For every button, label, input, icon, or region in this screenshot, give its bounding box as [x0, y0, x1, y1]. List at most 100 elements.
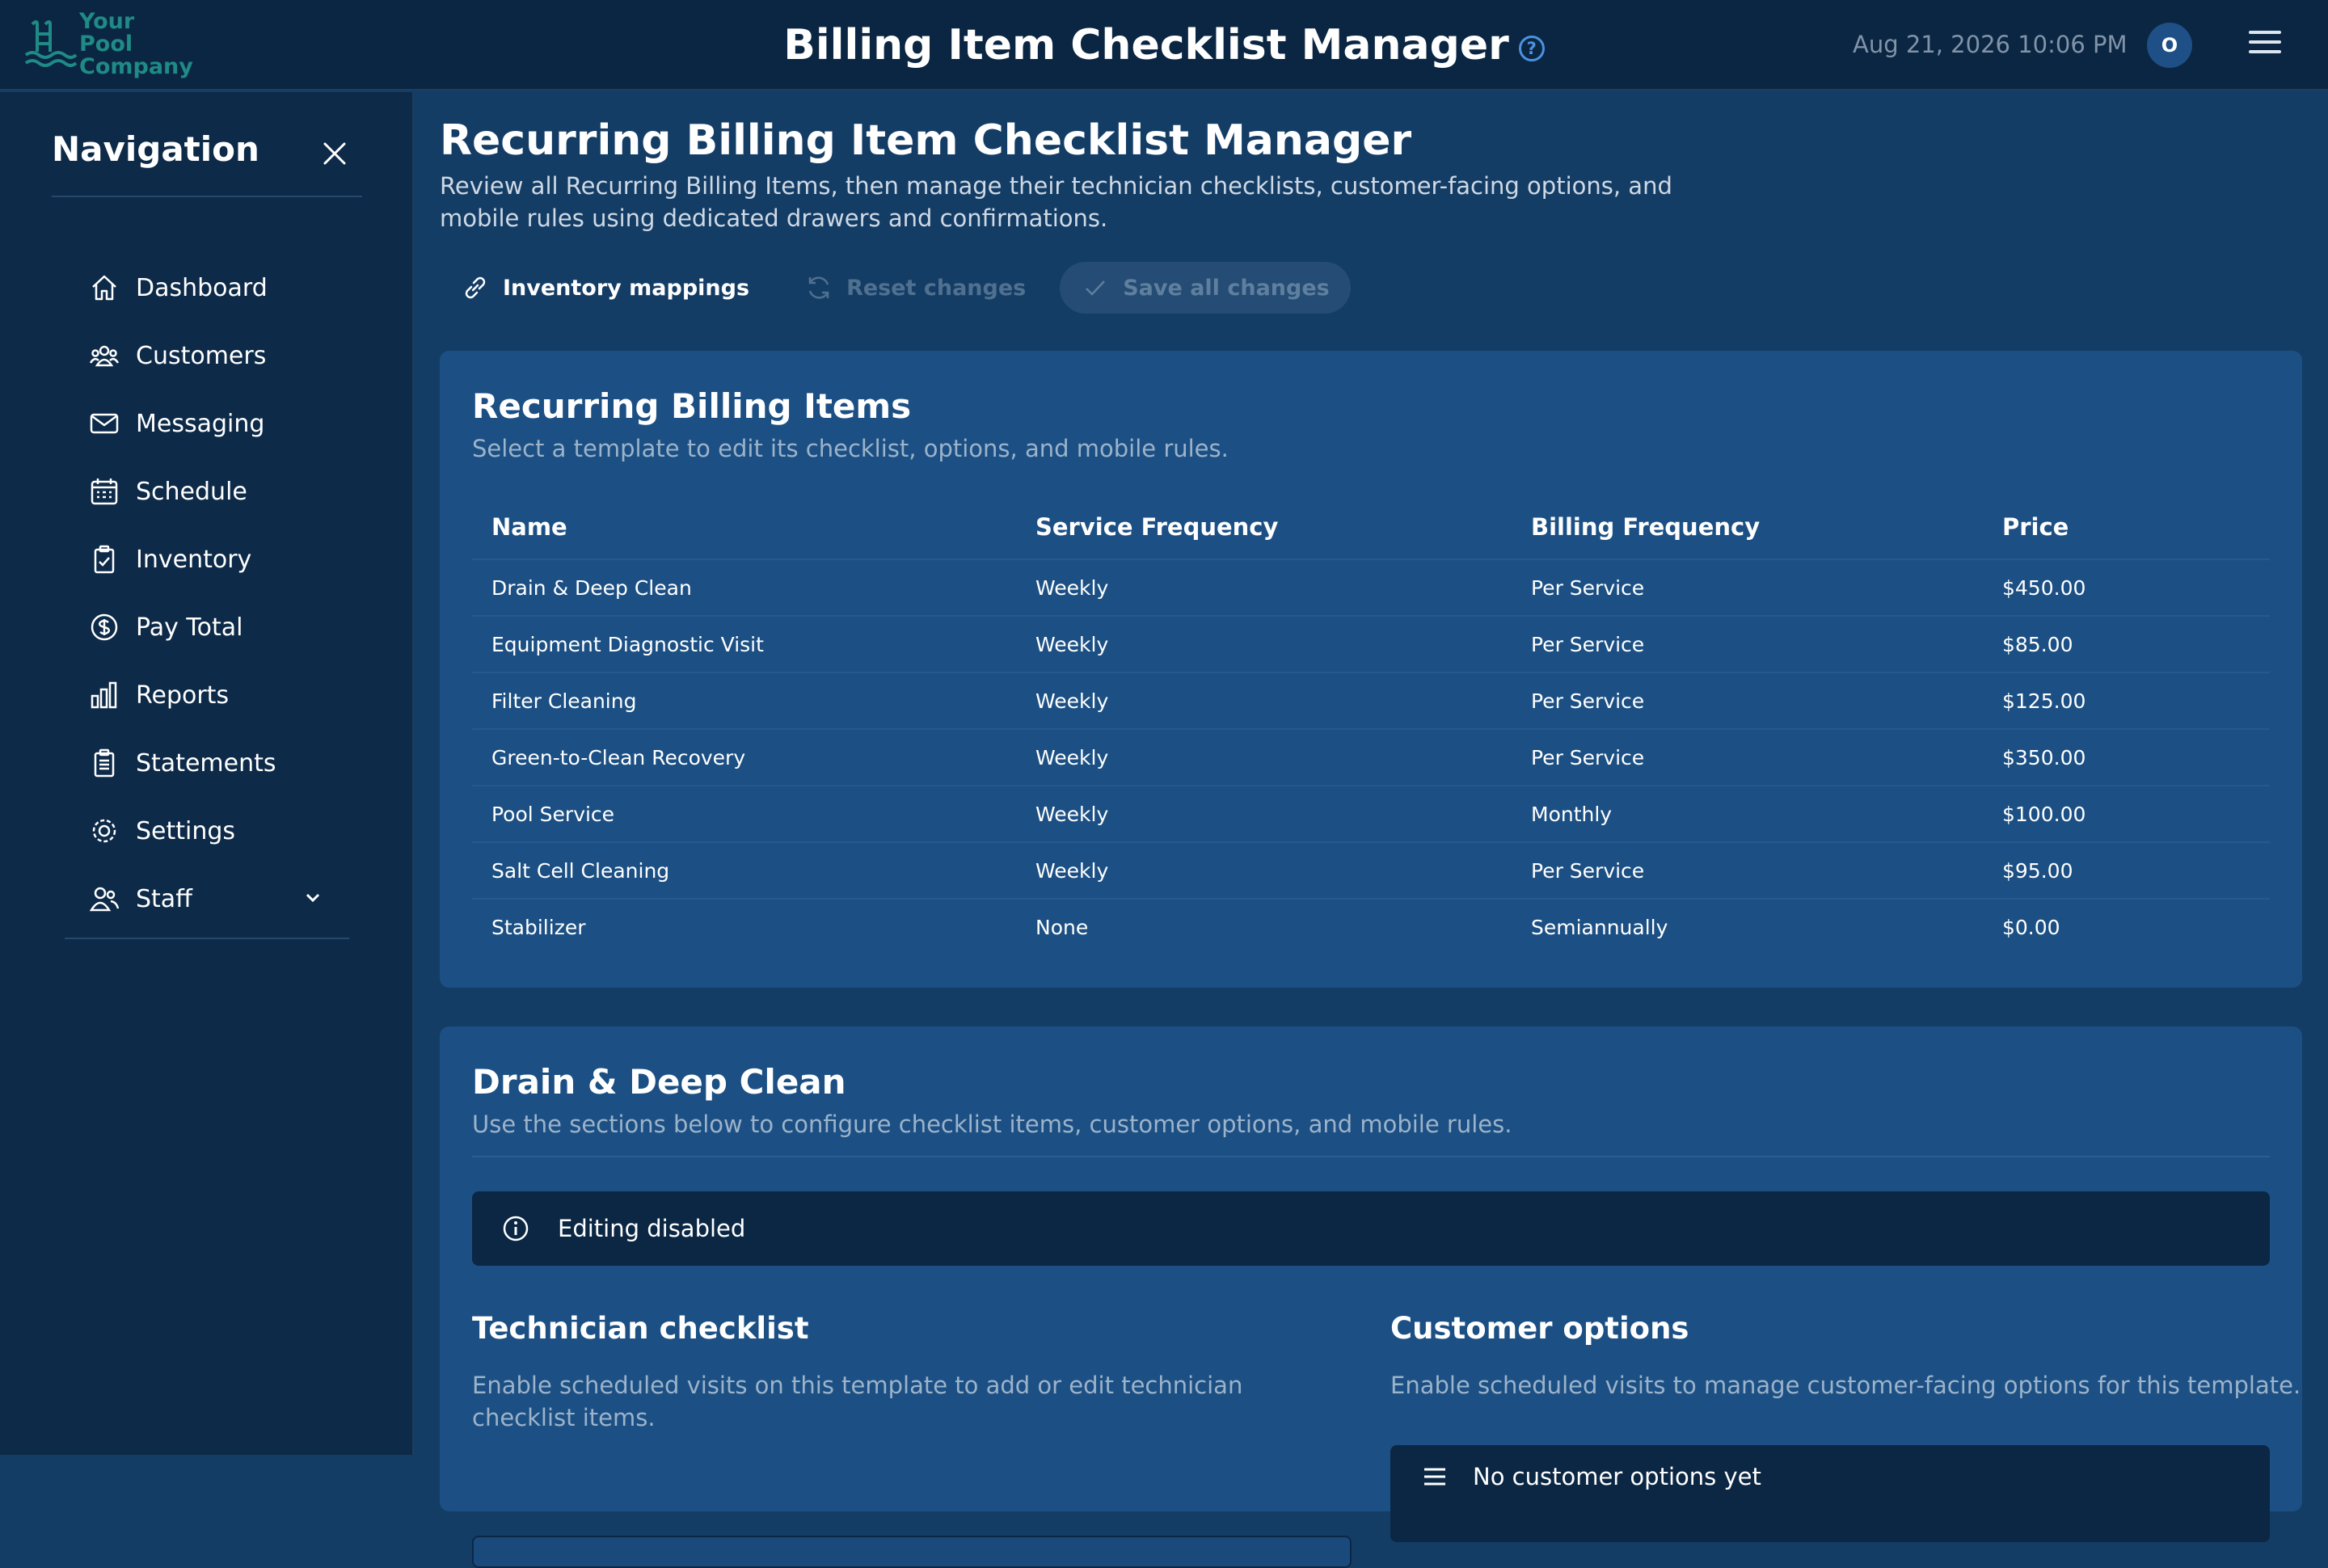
- sidebar-item-label: Pay Total: [136, 613, 243, 642]
- technician-checklist-title: Technician checklist: [472, 1311, 809, 1346]
- close-icon[interactable]: [320, 139, 349, 168]
- sidebar-item-label: Settings: [136, 816, 236, 845]
- cell-billing-frequency: Semiannually: [1512, 898, 1983, 955]
- sidebar-item-label: Dashboard: [136, 273, 268, 302]
- cell-price: $450.00: [1983, 558, 2270, 616]
- column-header-name[interactable]: Name: [472, 495, 1016, 559]
- table-header-row: Name Service Frequency Billing Frequency…: [472, 495, 2270, 559]
- users-icon: [89, 345, 120, 367]
- card-title: Recurring Billing Items: [472, 386, 912, 426]
- sidebar-title: Navigation: [52, 129, 259, 169]
- sidebar-item-label: Schedule: [136, 477, 247, 506]
- refresh-icon: [808, 276, 829, 299]
- cell-name: Salt Cell Cleaning: [472, 841, 1016, 899]
- sidebar-item-customers[interactable]: Customers: [89, 322, 340, 390]
- cell-service-frequency: Weekly: [1016, 672, 1512, 729]
- dollar-circle-icon: [91, 613, 118, 641]
- cell-billing-frequency: Per Service: [1512, 841, 1983, 899]
- cell-price: $95.00: [1983, 841, 2270, 899]
- sidebar-item-settings[interactable]: Settings: [89, 797, 340, 865]
- sidebar-item-label: Messaging: [136, 409, 265, 438]
- cell-name: Stabilizer: [472, 898, 1016, 955]
- sidebar-item-label: Customers: [136, 341, 267, 370]
- cell-price: $100.00: [1983, 785, 2270, 842]
- save-all-changes-button[interactable]: Save all changes: [1060, 262, 1351, 314]
- cell-price: $350.00: [1983, 728, 2270, 786]
- reset-changes-label: Reset changes: [846, 275, 1027, 301]
- customer-options-title: Customer options: [1390, 1311, 1689, 1346]
- calendar-icon: [91, 478, 118, 505]
- sidebar-item-staff[interactable]: Staff: [89, 865, 340, 933]
- cell-service-frequency: Weekly: [1016, 785, 1512, 842]
- list-icon: [1424, 1468, 1445, 1486]
- cell-billing-frequency: Per Service: [1512, 558, 1983, 616]
- cell-service-frequency: Weekly: [1016, 615, 1512, 672]
- hamburger-menu-icon[interactable]: [2249, 31, 2281, 60]
- action-bar: Inventory mappings Reset changes Save al…: [440, 262, 1364, 314]
- table-row[interactable]: Pool Service Weekly Monthly $100.00: [472, 785, 2270, 842]
- page-description: Review all Recurring Billing Items, then…: [440, 172, 1672, 232]
- detail-subtitle: Use the sections below to configure chec…: [472, 1111, 1512, 1138]
- table-row[interactable]: Stabilizer None Semiannually $0.00: [472, 898, 2270, 955]
- customer-options-description: Enable scheduled visits to manage custom…: [1390, 1372, 2301, 1399]
- app-title-text: Billing Item Checklist Manager: [783, 21, 1509, 70]
- page-title: Recurring Billing Item Checklist Manager: [440, 116, 1412, 165]
- current-datetime: Aug 21, 2026 10:06 PM: [1853, 31, 2128, 58]
- sidebar-item-statements[interactable]: Statements: [89, 729, 340, 797]
- template-detail-card: Drain & Deep Clean Use the sections belo…: [440, 1026, 2302, 1568]
- documents-icon: [94, 748, 115, 778]
- cell-billing-frequency: Per Service: [1512, 672, 1983, 729]
- detail-title: Drain & Deep Clean: [472, 1062, 846, 1102]
- staff-icon: [89, 887, 120, 912]
- reset-changes-button[interactable]: Reset changes: [783, 262, 1047, 314]
- sidebar: Navigation Dashboard Customers Messaging…: [0, 92, 414, 1455]
- cell-name: Green-to-Clean Recovery: [472, 728, 1016, 786]
- cell-price: $0.00: [1983, 898, 2270, 955]
- checkmark-icon: [1086, 280, 1106, 296]
- table-row[interactable]: Salt Cell Cleaning Weekly Per Service $9…: [472, 841, 2270, 899]
- inventory-mappings-label: Inventory mappings: [503, 275, 750, 301]
- column-header-service-frequency[interactable]: Service Frequency: [1016, 495, 1512, 559]
- sidebar-divider: [65, 938, 349, 939]
- sidebar-nav: Dashboard Customers Messaging Schedule I…: [89, 254, 340, 933]
- recurring-billing-items-card: Recurring Billing Items Select a templat…: [440, 351, 2302, 988]
- home-icon: [92, 275, 116, 301]
- cell-service-frequency: Weekly: [1016, 558, 1512, 616]
- sidebar-item-reports[interactable]: Reports: [89, 661, 340, 729]
- sidebar-item-inventory[interactable]: Inventory: [89, 525, 340, 593]
- cell-billing-frequency: Monthly: [1512, 785, 1983, 842]
- save-all-changes-label: Save all changes: [1123, 275, 1330, 301]
- table-row[interactable]: Filter Cleaning Weekly Per Service $125.…: [472, 672, 2270, 729]
- chevron-down-icon[interactable]: [302, 887, 323, 908]
- sidebar-item-label: Staff: [136, 884, 192, 913]
- technician-checklist-panel: [472, 1536, 1352, 1568]
- bar-chart-icon: [91, 681, 117, 709]
- table-row[interactable]: Drain & Deep Clean Weekly Per Service $4…: [472, 558, 2270, 616]
- user-avatar[interactable]: O: [2147, 23, 2192, 68]
- sidebar-item-label: Inventory: [136, 545, 252, 574]
- sidebar-item-messaging[interactable]: Messaging: [89, 390, 340, 457]
- customer-options-empty-state: No customer options yet: [1390, 1445, 2270, 1542]
- cell-service-frequency: Weekly: [1016, 841, 1512, 899]
- card-subtitle: Select a template to edit its checklist,…: [472, 435, 1229, 462]
- sidebar-item-dashboard[interactable]: Dashboard: [89, 254, 340, 322]
- sidebar-item-schedule[interactable]: Schedule: [89, 457, 340, 525]
- cell-billing-frequency: Per Service: [1512, 615, 1983, 672]
- table-row[interactable]: Equipment Diagnostic Visit Weekly Per Se…: [472, 615, 2270, 672]
- cell-service-frequency: Weekly: [1016, 728, 1512, 786]
- detail-divider: [472, 1156, 2270, 1157]
- sidebar-item-pay-total[interactable]: Pay Total: [89, 593, 340, 661]
- column-header-billing-frequency[interactable]: Billing Frequency: [1512, 495, 1983, 559]
- cell-name: Pool Service: [472, 785, 1016, 842]
- cell-name: Drain & Deep Clean: [472, 558, 1016, 616]
- question-circle-icon[interactable]: ?: [1518, 36, 1545, 61]
- technician-checklist-description: Enable scheduled visits on this template…: [472, 1372, 1243, 1431]
- table-row[interactable]: Green-to-Clean Recovery Weekly Per Servi…: [472, 728, 2270, 786]
- cell-service-frequency: None: [1016, 898, 1512, 955]
- inventory-mappings-button[interactable]: Inventory mappings: [440, 262, 770, 314]
- column-header-price[interactable]: Price: [1983, 495, 2270, 559]
- notice-text: Editing disabled: [558, 1215, 746, 1242]
- sidebar-divider: [52, 196, 362, 197]
- sidebar-item-label: Reports: [136, 681, 230, 710]
- clipboard-check-icon: [94, 545, 115, 574]
